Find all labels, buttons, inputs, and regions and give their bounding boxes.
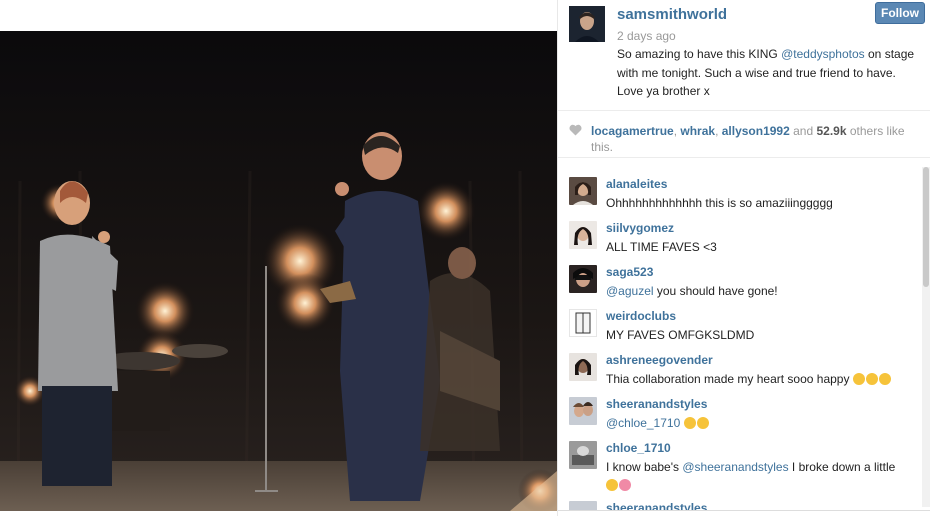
comment-text-body: I broke down a little <box>788 460 896 474</box>
heart-eyes-emoji-icon <box>852 373 865 385</box>
liker-link[interactable]: allyson1992 <box>722 124 790 138</box>
heart-eyes-emoji-icon <box>878 373 891 385</box>
post-header: samsmithworld Follow 2 days ago So amazi… <box>558 0 930 111</box>
comment-avatar[interactable] <box>569 397 597 425</box>
comment-avatar[interactable] <box>569 265 597 293</box>
comment-text: @chloe_1710 <box>606 414 918 432</box>
comment-avatar[interactable] <box>569 309 597 337</box>
comment-text: Ohhhhhhhhhhhhh this is so amaziiinggggg <box>606 196 833 210</box>
comments-scrollbar[interactable] <box>922 167 930 507</box>
bottom-bar <box>558 510 930 516</box>
comment-username[interactable]: saga523 <box>606 265 653 279</box>
post-panel: samsmithworld Follow 2 days ago So amazi… <box>557 0 930 516</box>
scrollbar-thumb[interactable] <box>923 167 929 287</box>
follow-button[interactable]: Follow <box>875 2 925 24</box>
likes-text: locagamertrue, whrak, allyson1992 and 52… <box>591 124 905 154</box>
comment-text: ALL TIME FAVES <3 <box>606 240 717 254</box>
concert-image <box>0 31 557 511</box>
comment-avatar[interactable] <box>569 177 597 205</box>
liker-link[interactable]: whrak <box>680 124 715 138</box>
post-photo[interactable] <box>0 31 557 511</box>
avatar-image <box>569 6 605 42</box>
crying-emoji-icon <box>696 417 709 429</box>
avatar[interactable] <box>569 6 605 42</box>
username-link[interactable]: samsmithworld <box>617 6 727 23</box>
comment-item: chloe_1710 I know babe's @sheeranandstyl… <box>558 436 918 496</box>
comment-avatar[interactable] <box>569 353 597 381</box>
crying-emoji-icon <box>683 417 696 429</box>
comment-avatar[interactable] <box>569 441 597 469</box>
comment-text: @aguzel you should have gone! <box>606 282 918 300</box>
comment-item: siilvygomez ALL TIME FAVES <3 <box>558 216 918 260</box>
heart-eyes-emoji-icon <box>865 373 878 385</box>
comment-username[interactable]: weirdoclubs <box>606 309 676 323</box>
comment-text-body: you should have gone! <box>653 284 778 298</box>
comment-text: Thia collaboration made my heart sooo ha… <box>606 370 918 388</box>
comment-item: saga523 @aguzel you should have gone! <box>558 260 918 304</box>
comment-text: I know babe's @sheeranandstyles I broke … <box>606 458 918 494</box>
comment-username[interactable]: sheeranandstyles <box>606 397 707 411</box>
comment-item: sheeranandstyles @chloe_1710 <box>558 392 918 436</box>
comment-avatar[interactable] <box>569 221 597 249</box>
comment-text-body: I know babe's <box>606 460 683 474</box>
liker-link[interactable]: locagamertrue <box>591 124 674 138</box>
heart-icon[interactable] <box>569 124 582 136</box>
post-time[interactable]: 2 days ago <box>617 29 676 43</box>
comment-text: MY FAVES OMFGKSLDMD <box>606 328 755 342</box>
likes-count[interactable]: 52.9k <box>817 124 847 138</box>
comment-username[interactable]: ashreneegovender <box>606 353 713 367</box>
comment-username[interactable]: chloe_1710 <box>606 441 671 455</box>
comment-item: alanaleites Ohhhhhhhhhhhhh this is so am… <box>558 172 918 216</box>
comments-list[interactable]: alanaleites Ohhhhhhhhhhhhh this is so am… <box>558 167 930 516</box>
likes-and: and <box>793 124 814 138</box>
comment-username[interactable]: alanaleites <box>606 177 667 191</box>
likes-section: locagamertrue, whrak, allyson1992 and 52… <box>558 111 930 158</box>
photo-area <box>0 0 557 516</box>
heart-arrow-emoji-icon <box>619 479 631 491</box>
caption-mention-link[interactable]: @teddysphotos <box>781 47 865 61</box>
post-caption: So amazing to have this KING @teddysphot… <box>617 45 922 101</box>
comment-mention-link[interactable]: @sheeranandstyles <box>682 460 788 474</box>
crying-emoji-icon <box>606 479 618 491</box>
comment-username[interactable]: siilvygomez <box>606 221 674 235</box>
comment-mention-link[interactable]: @aguzel <box>606 284 654 298</box>
comment-item: weirdoclubs MY FAVES OMFGKSLDMD <box>558 304 918 348</box>
caption-text: So amazing to have this KING <box>617 47 782 61</box>
comment-item: ashreneegovender Thia collaboration made… <box>558 348 918 392</box>
comment-text-body: Thia collaboration made my heart sooo ha… <box>606 372 850 386</box>
comment-mention-link[interactable]: @chloe_1710 <box>606 416 680 430</box>
